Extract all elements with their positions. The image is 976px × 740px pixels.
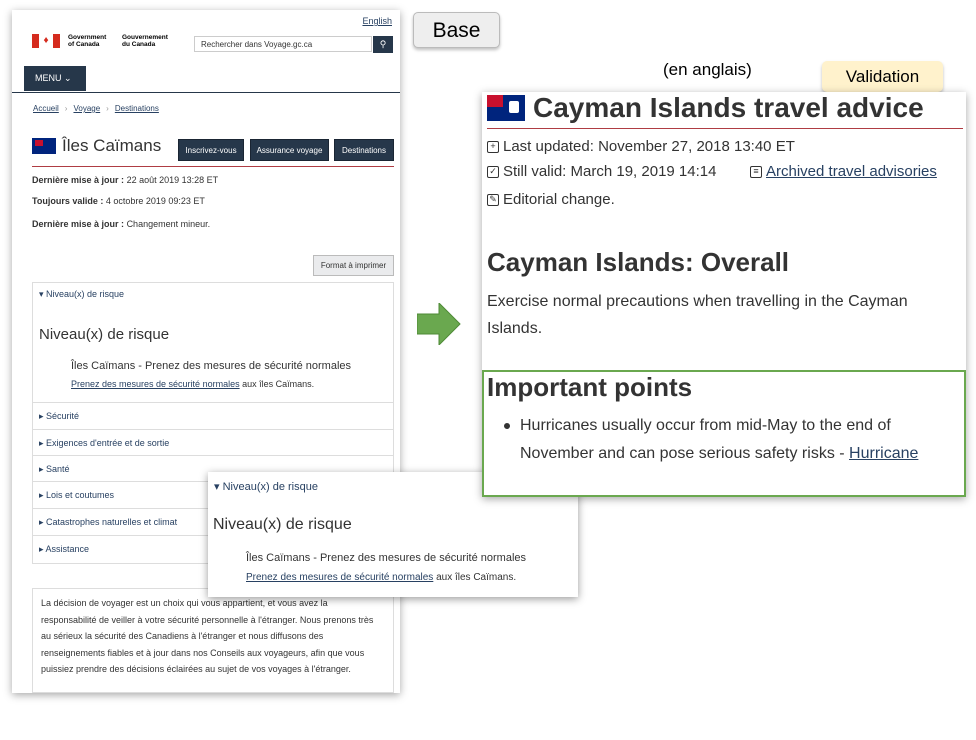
zoom-risk-heading: Niveau(x) de risque [213, 516, 352, 533]
hurricane-link[interactable]: Hurricane [849, 445, 918, 462]
editorial-text: Editorial change. [503, 191, 615, 208]
breadcrumb-separator: › [64, 104, 68, 113]
risk-level-text: Îles Caïmans - Prenez des mesures de séc… [71, 360, 352, 372]
validation-title-text: Cayman Islands travel advice [533, 92, 924, 123]
right-arrow-icon [417, 303, 461, 345]
breadcrumb-item[interactable]: Destinations [115, 104, 159, 113]
government-signature[interactable]: ♦ Government of Canada Gouvernement du C… [32, 34, 174, 48]
breadcrumb-item[interactable]: Accueil [33, 104, 59, 113]
search-button[interactable]: ⚲ [373, 36, 393, 53]
overall-heading: Cayman Islands: Overall [487, 247, 790, 277]
last-updated-text: Last updated: November 27, 2018 13:40 ET [503, 138, 795, 155]
validation-last-updated: + Last updated: November 27, 2018 13:40 … [487, 138, 795, 155]
menu-label: MENU [35, 73, 62, 83]
cayman-flag-icon [32, 138, 56, 154]
en-anglais-label: (en anglais) [663, 60, 752, 79]
still-valid-text: Still valid: March 19, 2019 14:14 [503, 163, 717, 180]
calendar-plus-icon: + [487, 140, 499, 153]
zoom-risk-suffix: aux îles Caïmans. [433, 572, 517, 583]
bullet-text: Hurricanes usually occur from mid-May to… [520, 417, 891, 462]
disclaimer-box: La décision de voyager est un choix qui … [32, 588, 394, 693]
risk-level-line: Prenez des mesures de sécurité normales … [71, 379, 314, 389]
risk-level-link[interactable]: Prenez des mesures de sécurité normales [71, 379, 240, 389]
menu-button[interactable]: MENU ⌄ [24, 66, 86, 91]
base-label: Base [413, 12, 500, 48]
register-button[interactable]: Inscrivez-vous [178, 139, 244, 161]
overall-text: Exercise normal precautions when travell… [487, 293, 908, 337]
archived-advisories-link[interactable]: Archived travel advisories [766, 163, 937, 180]
validation-editorial: ✎ Editorial change. [487, 191, 615, 208]
gov-fr-text: Gouvernement du Canada [122, 34, 168, 48]
title-divider [32, 166, 394, 167]
cayman-flag-icon [487, 95, 525, 121]
important-points-heading: Important points [487, 372, 693, 402]
validation-page-screenshot: Cayman Islands travel advice + Last upda… [482, 92, 966, 497]
edit-icon: ✎ [487, 193, 499, 206]
meta-still-valid: Toujours valide : 4 octobre 2019 09:23 E… [32, 196, 205, 206]
zoom-risk-text: Îles Caïmans - Prenez des mesures de séc… [246, 552, 527, 564]
accordion-item-security[interactable]: ▸ Sécurité [33, 402, 393, 428]
gov-en-text: Government of Canada [68, 34, 107, 48]
validation-still-valid: ✓ Still valid: March 19, 2019 14:14 [487, 163, 716, 180]
canada-flag-icon: ♦ [32, 34, 60, 48]
meta-change: Dernière mise à jour : Changement mineur… [32, 219, 211, 229]
destinations-button[interactable]: Destinations [334, 139, 394, 161]
accordion-risk-toggle[interactable]: ▾ Niveau(x) de risque [39, 289, 124, 300]
calendar-check-icon: ✓ [487, 165, 499, 178]
page-title-text: Îles Caïmans [62, 136, 162, 155]
zoom-accordion-toggle[interactable]: ▾ Niveau(x) de risque [214, 480, 318, 493]
zoom-risk-link[interactable]: Prenez des mesures de sécurité normales [246, 572, 433, 583]
risk-suffix: aux îles Caïmans. [239, 379, 315, 389]
important-point-item: Hurricanes usually occur from mid-May to… [520, 412, 960, 468]
document-icon: ≡ [750, 165, 762, 178]
accordion-item-entry-exit[interactable]: ▸ Exigences d'entrée et de sortie [33, 429, 393, 455]
breadcrumb: Accueil › Voyage › Destinations [33, 104, 159, 113]
print-format-button[interactable]: Format à imprimer [313, 255, 394, 276]
archived-advisories: ≡ Archived travel advisories [750, 163, 937, 180]
travel-insurance-button[interactable]: Assurance voyage [250, 139, 329, 161]
breadcrumb-separator: › [106, 104, 109, 113]
validation-title-divider [487, 128, 963, 129]
chevron-down-icon: ⌄ [64, 73, 72, 83]
meta-last-updated: Dernière mise à jour : 22 août 2019 13:2… [32, 175, 219, 185]
page-title: Îles Caïmans [32, 136, 161, 156]
validation-label: Validation [822, 61, 943, 92]
zoom-risk-line: Prenez des mesures de sécurité normales … [246, 572, 516, 583]
search-input[interactable]: Rechercher dans Voyage.gc.ca [194, 36, 372, 52]
validation-title: Cayman Islands travel advice [487, 92, 924, 124]
breadcrumb-item[interactable]: Voyage [73, 104, 100, 113]
search-icon: ⚲ [379, 39, 387, 49]
language-toggle-link[interactable]: English [362, 16, 392, 26]
bullet-icon [504, 423, 510, 429]
risk-heading: Niveau(x) de risque [39, 326, 170, 343]
